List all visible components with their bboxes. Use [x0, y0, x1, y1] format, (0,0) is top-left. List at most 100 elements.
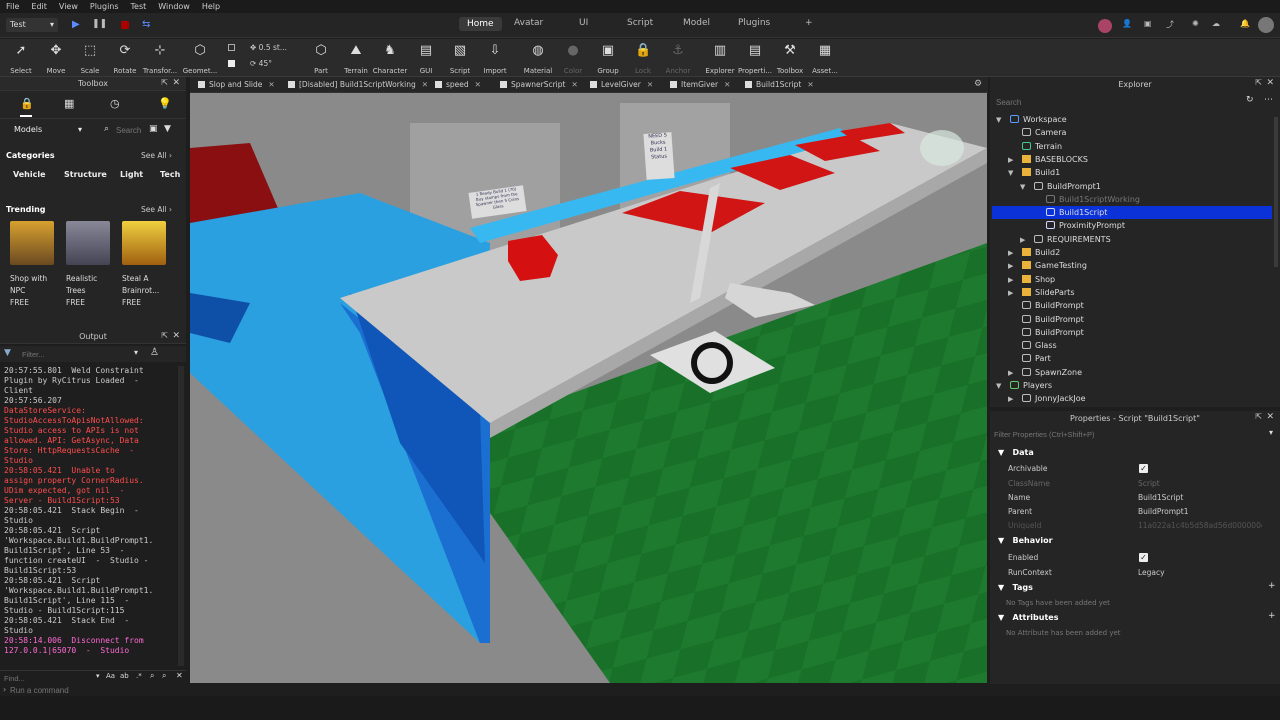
tree-item[interactable]: Shop	[1022, 273, 1055, 286]
more-icon[interactable]: ⋯	[1264, 95, 1273, 105]
tree-item[interactable]: Workspace	[1010, 113, 1067, 126]
chevron-icon[interactable]: ▶	[1008, 249, 1013, 257]
tab-ui[interactable]: UI	[579, 18, 588, 28]
enabled-checkbox[interactable]: ✓	[1139, 553, 1148, 562]
popout-icon[interactable]: ⇱	[1255, 78, 1262, 87]
doc-tab[interactable]: SpawnerScript ✕	[500, 80, 578, 89]
tool-material[interactable]: ◍ Material	[518, 43, 558, 75]
tool-color[interactable]: ● Color	[553, 43, 593, 75]
chevron-icon[interactable]: ▼	[1020, 183, 1025, 191]
tool-scale[interactable]: ⬚ Scale	[70, 43, 110, 75]
section-data[interactable]: ▼ Data	[998, 448, 1034, 457]
chevron-icon[interactable]: ▶	[1008, 262, 1013, 270]
tool-lock[interactable]: 🔒 Lock	[623, 43, 663, 75]
menu-edit[interactable]: Edit	[25, 2, 53, 11]
chevron-icon[interactable]: ▶	[1008, 395, 1013, 403]
tool-asset[interactable]: ▦ Asset...	[805, 43, 845, 75]
clear-icon[interactable]: ♙	[150, 347, 159, 358]
prop-parent-value[interactable]: BuildPrompt1	[1138, 507, 1189, 516]
refresh-icon[interactable]: ↻	[1246, 95, 1254, 105]
chevron-down-icon[interactable]: ▾	[134, 348, 138, 357]
popout-icon[interactable]: ⇱	[1255, 412, 1262, 421]
menu-help[interactable]: Help	[196, 2, 226, 11]
doc-tab[interactable]: LevelGiver ✕	[590, 80, 653, 89]
tab-script[interactable]: Script	[627, 18, 653, 28]
search-next-icon[interactable]: ⌕	[162, 671, 166, 681]
tree-item[interactable]: ProximityPrompt	[1046, 219, 1125, 232]
bell-icon[interactable]: 🔔	[1240, 19, 1250, 28]
tool-part[interactable]: ⬡ Part	[301, 43, 341, 75]
tree-item[interactable]: BuildPrompt	[1022, 299, 1084, 312]
pause-icon[interactable]: ❚❚	[92, 19, 107, 29]
rotate-checkbox[interactable]	[228, 60, 235, 67]
categories-see-all[interactable]: See All ›	[141, 151, 172, 160]
section-behavior[interactable]: ▼ Behavior	[998, 536, 1053, 545]
window-icon[interactable]: ▣	[1144, 19, 1152, 28]
prop-runcontext-value[interactable]: Legacy	[1138, 568, 1165, 577]
users-icon[interactable]: 👤	[1122, 19, 1132, 28]
chevron-icon[interactable]: ▶	[1008, 156, 1013, 164]
3d-viewport[interactable]: 1 Ready Build 1 (70) Buy stamps from the…	[190, 93, 987, 683]
add-tag-icon[interactable]: +	[1268, 581, 1276, 591]
tree-item[interactable]: Build1Script	[1046, 206, 1107, 219]
prop-name-value[interactable]: Build1Script	[1138, 493, 1183, 502]
filter-icon[interactable]: ▼	[4, 348, 11, 358]
category-select[interactable]: Models ▾	[14, 125, 82, 134]
tree-item[interactable]: BuildPrompt	[1022, 326, 1084, 339]
whole-word-icon[interactable]: ab	[120, 672, 129, 680]
tool-rotate[interactable]: ⟳ Rotate	[105, 43, 145, 75]
chevron-down-icon[interactable]: ▾	[1269, 428, 1273, 437]
settings-icon[interactable]: ✺	[1192, 19, 1199, 28]
close-icon[interactable]: ✕	[1266, 78, 1274, 88]
chevron-icon[interactable]: ▶	[1008, 369, 1013, 377]
tree-item[interactable]: SpawnZone	[1022, 366, 1082, 379]
inventory-icon[interactable]: 🔒	[20, 97, 34, 110]
menu-view[interactable]: View	[53, 2, 84, 11]
section-tags[interactable]: ▼ Tags	[998, 583, 1033, 592]
clock-icon[interactable]: ◷	[110, 97, 120, 110]
step-icon[interactable]: ⇆	[142, 19, 150, 30]
popout-icon[interactable]: ⇱	[161, 331, 168, 340]
popout-icon[interactable]: ⇱	[161, 78, 168, 87]
doc-tab[interactable]: ItemGiver ✕	[670, 80, 730, 89]
close-icon[interactable]: ✕	[571, 80, 577, 89]
tool-properti[interactable]: ▤ Properti...	[735, 43, 775, 75]
close-icon[interactable]: ✕	[172, 78, 180, 88]
tab-home[interactable]: Home	[459, 17, 502, 31]
stop-icon[interactable]	[121, 21, 129, 29]
record-icon[interactable]	[1098, 19, 1112, 33]
close-icon[interactable]: ✕	[647, 80, 653, 89]
doc-tab[interactable]: Slop and Slide ✕	[198, 80, 275, 89]
close-icon[interactable]: ✕	[268, 80, 274, 89]
tab-add[interactable]: +	[805, 18, 813, 28]
doc-tab[interactable]: Build1Script ✕	[745, 80, 814, 89]
menu-file[interactable]: File	[0, 2, 25, 11]
menu-window[interactable]: Window	[152, 2, 196, 11]
add-attribute-icon[interactable]: +	[1268, 611, 1276, 621]
cloud-icon[interactable]: ☁	[1212, 19, 1220, 28]
menu-test[interactable]: Test	[125, 2, 153, 11]
toolbox-search-input[interactable]	[116, 124, 148, 136]
tree-item[interactable]: SlideParts	[1022, 286, 1074, 299]
properties-filter-input[interactable]	[994, 428, 1254, 440]
chevron-icon[interactable]: ▼	[996, 116, 1001, 124]
tree-item[interactable]: GameTesting	[1022, 259, 1087, 272]
archivable-checkbox[interactable]: ✓	[1139, 464, 1148, 473]
tree-item[interactable]: Players	[1010, 379, 1052, 392]
command-input[interactable]	[10, 684, 410, 696]
snap-checkbox[interactable]	[228, 44, 235, 51]
tree-item[interactable]: Camera	[1022, 126, 1066, 139]
grid-icon[interactable]: ▦	[64, 97, 74, 110]
share-icon[interactable]: ⤴	[1166, 19, 1174, 30]
tab-model[interactable]: Model	[683, 18, 710, 28]
tree-item[interactable]: Glass	[1022, 339, 1057, 352]
close-icon[interactable]: ✕	[422, 80, 428, 89]
avatar[interactable]	[1258, 17, 1274, 33]
rotate-snap[interactable]: ⟳ 45°	[250, 59, 272, 68]
tool-import[interactable]: ⇩ Import	[475, 43, 515, 75]
toolbox-item[interactable]: Shop with NPC FREE	[4, 221, 60, 309]
close-icon[interactable]: ✕	[172, 331, 180, 341]
tool-transfor[interactable]: ⊹ Transfor...	[140, 43, 180, 75]
chevron-icon[interactable]: ▼	[1008, 169, 1013, 177]
explorer-search-input[interactable]	[996, 96, 1236, 108]
